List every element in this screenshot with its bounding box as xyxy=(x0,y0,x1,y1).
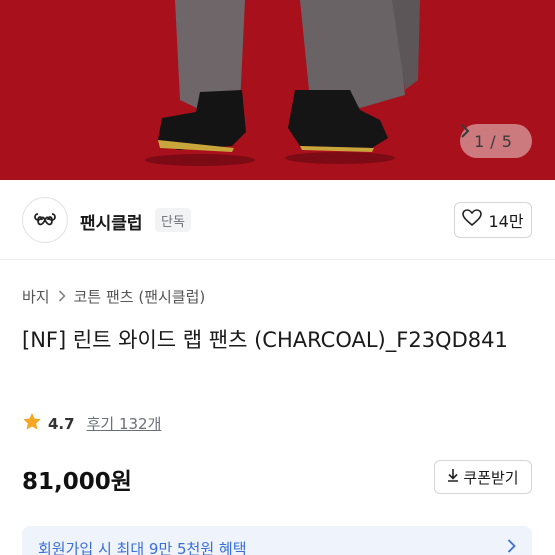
brand-name[interactable]: 팬시클럽 xyxy=(80,209,143,234)
chevron-right-icon xyxy=(507,539,516,555)
brand-row: 팬시클럽 단독 14만 xyxy=(0,180,555,260)
download-icon xyxy=(447,468,459,486)
exclusive-badge: 단독 xyxy=(155,208,191,232)
product-image-carousel[interactable]: 1 / 5 xyxy=(0,0,555,180)
brand-logo-icon[interactable] xyxy=(22,197,68,243)
pager-total: 5 xyxy=(501,131,512,151)
breadcrumb: 바지 코튼 팬츠 (팬시클럽) xyxy=(22,286,205,307)
rating-score: 4.7 xyxy=(48,414,75,433)
rating-row: 4.7 후기 132개 xyxy=(22,412,161,435)
breadcrumb-category[interactable]: 바지 xyxy=(22,286,50,307)
breadcrumb-subcategory[interactable]: 코튼 팬츠 (팬시클럽) xyxy=(74,286,206,307)
signup-promo-banner[interactable]: 회원가입 시 최대 9만 5천원 혜택 xyxy=(22,526,532,555)
pager-current: 1 xyxy=(474,131,485,151)
heart-icon xyxy=(462,209,483,231)
chevron-right-icon xyxy=(58,288,66,306)
review-count-link[interactable]: 후기 132개 xyxy=(87,413,162,434)
star-icon xyxy=(22,412,42,435)
like-count: 14만 xyxy=(488,212,524,231)
coupon-label: 쿠폰받기 xyxy=(463,468,519,487)
coupon-download-button[interactable]: 쿠폰받기 xyxy=(434,460,532,494)
pager-separator: / xyxy=(490,131,496,151)
like-button[interactable]: 14만 xyxy=(454,202,532,238)
product-title: [NF] 린트 와이드 랩 팬츠 (CHARCOAL)_F23QD841 xyxy=(22,328,508,352)
image-pager[interactable]: 1 / 5 xyxy=(460,124,532,158)
promo-text: 회원가입 시 최대 9만 5천원 혜택 xyxy=(38,539,247,555)
product-price: 81,000원 xyxy=(22,469,132,495)
